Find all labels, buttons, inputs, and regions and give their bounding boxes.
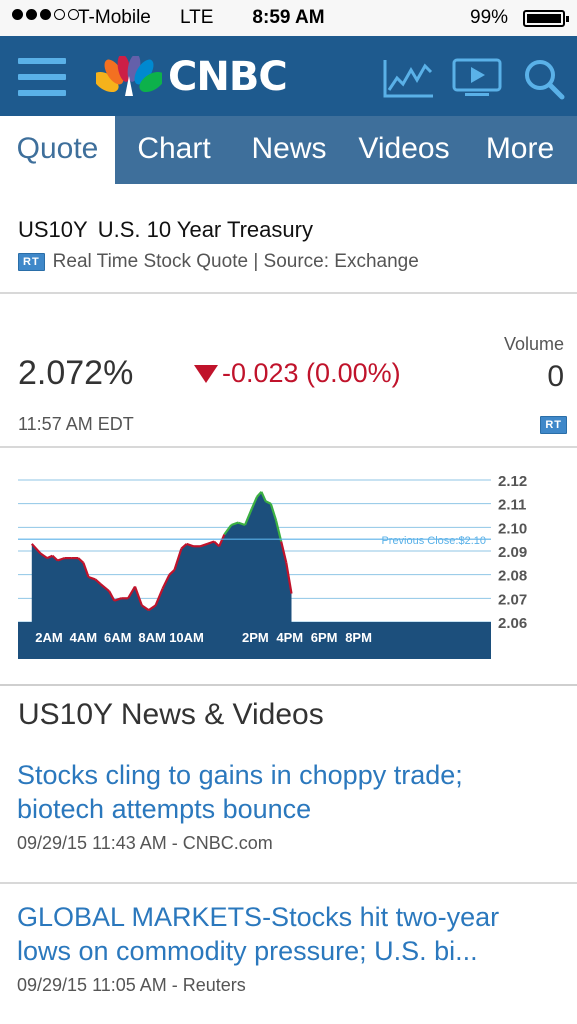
y-tick-label: 2.08 xyxy=(498,568,527,585)
x-tick-label: 2PM xyxy=(242,630,269,645)
logo-text: CNBC xyxy=(168,54,288,100)
tab-bar: Quote Chart News Videos More xyxy=(0,116,577,184)
source-text: Real Time Stock Quote | Source: Exchange xyxy=(52,251,419,272)
tab-quote[interactable]: Quote xyxy=(0,116,115,184)
tab-more[interactable]: More xyxy=(463,116,577,184)
chart-icon[interactable] xyxy=(383,58,435,98)
quote-header: US10Y U.S. 10 Year Treasury RT Real Time … xyxy=(0,184,577,294)
battery-icon xyxy=(523,10,569,27)
quote-time: 11:57 AM EDT xyxy=(18,414,134,434)
y-tick-label: 2.11 xyxy=(498,497,526,514)
intraday-chart[interactable]: 2.12 2.11 2.10 2.09 2.08 2.07 2.06 Previous Clo… xyxy=(0,448,577,686)
price-area xyxy=(31,491,292,622)
news-headline[interactable]: Stocks cling to gains in choppy trade; b… xyxy=(17,758,567,826)
battery-percentage: 99% xyxy=(470,7,509,28)
news-item[interactable]: GLOBAL MARKETS-Stocks hit two-year lows … xyxy=(0,898,577,1024)
volume-value: 0 xyxy=(547,360,564,393)
news-headline-line: GLOBAL MARKETS-Stocks hit two-year xyxy=(17,902,500,932)
peacock-icon xyxy=(96,56,162,96)
x-tick-label: 4PM xyxy=(276,630,303,645)
news-meta: 09/29/15 11:43 AM - CNBC.com xyxy=(17,833,273,853)
price-change: -0.023 (0.00%) xyxy=(194,358,401,389)
chart-svg: 2.12 2.11 2.10 2.09 2.08 2.07 2.06 Previous Clo… xyxy=(18,473,527,659)
news-meta: 09/29/15 11:05 AM - Reuters xyxy=(17,975,246,995)
news-divider xyxy=(0,882,577,884)
quote-symbol: US10Y xyxy=(18,217,88,242)
tab-videos[interactable]: Videos xyxy=(345,116,463,184)
news-headline-line: Stocks cling to gains in choppy trade; xyxy=(17,760,463,790)
y-tick-label: 2.09 xyxy=(498,544,527,561)
quote-source: RT Real Time Stock Quote | Source: Excha… xyxy=(18,251,419,273)
news-headline-line: biotech attempts bounce xyxy=(17,794,312,824)
down-arrow-icon xyxy=(194,364,218,383)
x-tick-label: 6AM xyxy=(104,630,131,645)
cnbc-logo[interactable]: CNBC xyxy=(96,54,288,100)
tab-chart[interactable]: Chart xyxy=(115,116,233,184)
x-tick-label: 6PM xyxy=(311,630,338,645)
rt-badge: RT xyxy=(18,253,45,271)
menu-icon[interactable] xyxy=(18,58,66,96)
y-tick-label: 2.06 xyxy=(498,615,527,632)
last-price: 2.072% xyxy=(18,354,134,392)
x-tick-label: 10AM xyxy=(169,630,204,645)
news-heading: US10Y News & Videos xyxy=(18,698,324,731)
previous-close-label: Previous Close:$2.10 xyxy=(381,535,486,547)
tv-icon[interactable] xyxy=(452,58,502,98)
app-header: CNBC xyxy=(0,36,577,116)
search-icon[interactable] xyxy=(523,58,565,100)
news-item[interactable]: Stocks cling to gains in choppy trade; b… xyxy=(0,756,577,882)
x-tick-label: 8AM xyxy=(138,630,165,645)
tab-news[interactable]: News xyxy=(233,116,345,184)
x-tick-label: 4AM xyxy=(70,630,97,645)
news-headline-line: lows on commodity pressure; U.S. bi... xyxy=(17,936,478,966)
y-tick-label: 2.10 xyxy=(498,520,527,537)
quote-title: US10Y U.S. 10 Year Treasury xyxy=(18,217,313,243)
price-block: 2.072% -0.023 (0.00%) Volume 0 11:57 AM … xyxy=(0,294,577,448)
status-bar: T-Mobile LTE 8:59 AM 99% xyxy=(0,0,577,36)
volume-label: Volume xyxy=(503,334,564,354)
y-tick-label: 2.07 xyxy=(498,591,527,608)
rt-badge-small: RT xyxy=(540,416,567,434)
x-tick-label: 2AM xyxy=(35,630,62,645)
x-tick-label: 8PM xyxy=(345,630,372,645)
quote-name: U.S. 10 Year Treasury xyxy=(97,217,313,242)
price-change-value: -0.023 (0.00%) xyxy=(222,358,401,388)
news-headline[interactable]: GLOBAL MARKETS-Stocks hit two-year lows … xyxy=(17,900,567,968)
y-tick-label: 2.12 xyxy=(498,473,527,490)
